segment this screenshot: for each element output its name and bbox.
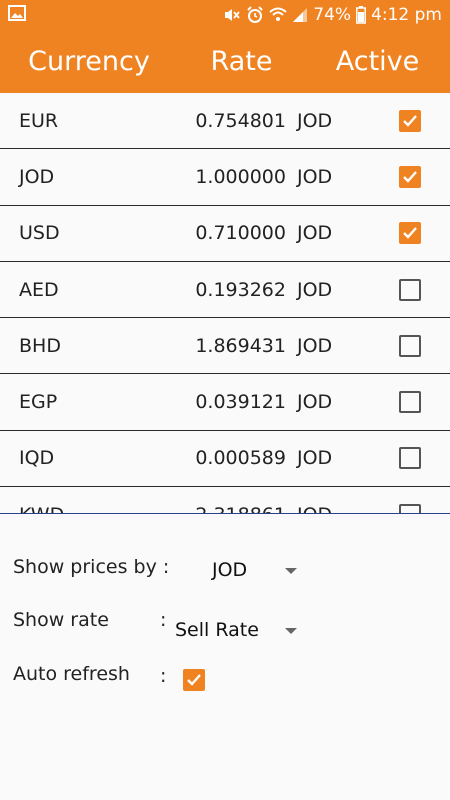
currency-row[interactable]: USD 0.710000 JOD (0, 206, 450, 262)
table-header: Currency Rate Active (0, 30, 450, 93)
currency-code: IQD (19, 447, 55, 470)
show-rate-dropdown[interactable]: Sell Rate (175, 619, 259, 641)
currency-rate: 0.193262 (195, 278, 286, 301)
currency-unit: JOD (297, 109, 333, 132)
currency-code: USD (19, 222, 60, 245)
wifi-icon (269, 7, 287, 23)
active-checkbox[interactable] (399, 222, 421, 245)
currency-unit: JOD (297, 278, 333, 301)
mute-icon (223, 7, 241, 23)
currency-row[interactable]: BHD 1.869431 JOD (0, 318, 450, 375)
active-checkbox[interactable] (399, 165, 421, 188)
header-active: Active (335, 46, 420, 77)
battery-percentage: 74% (313, 5, 352, 25)
currency-code: EUR (19, 109, 59, 132)
currency-code: BHD (19, 334, 61, 357)
currency-row[interactable]: KWD 2.318861 JOD (0, 487, 450, 514)
status-bar: 74% 4:12 pm (0, 0, 450, 30)
active-checkbox[interactable] (399, 447, 421, 470)
clock-time: 4:12 pm (371, 5, 442, 25)
currency-row[interactable]: EUR 0.754801 JOD (0, 93, 450, 150)
chevron-down-icon[interactable] (285, 568, 297, 574)
currency-row[interactable]: EGP 0.039121 JOD (0, 374, 450, 431)
currency-row[interactable]: IQD 0.000589 JOD (0, 431, 450, 488)
settings-panel: Show prices by : JOD Show rate : Sell Ra… (0, 514, 450, 800)
currency-row[interactable]: AED 0.193262 JOD (0, 262, 450, 319)
currency-code: EGP (19, 391, 58, 414)
show-rate-label: Show rate (13, 609, 109, 631)
currency-rate: 0.754801 (195, 109, 286, 132)
active-checkbox[interactable] (399, 109, 421, 132)
currency-rate: 0.710000 (195, 222, 286, 245)
show-prices-by-dropdown[interactable]: JOD (212, 559, 247, 581)
header-currency: Currency (28, 46, 150, 77)
auto-refresh-label: Auto refresh (13, 663, 130, 685)
currency-unit: JOD (297, 165, 333, 188)
signal-icon (292, 7, 308, 23)
chevron-down-icon[interactable] (285, 628, 297, 634)
currency-rate: 1.000000 (195, 165, 286, 188)
active-checkbox[interactable] (399, 391, 421, 414)
currency-code: JOD (19, 165, 55, 188)
auto-refresh-checkbox[interactable] (183, 669, 205, 691)
currency-code: AED (19, 278, 59, 301)
battery-icon (356, 6, 367, 24)
show-rate-colon: : (160, 609, 167, 631)
image-notification-icon (8, 4, 26, 26)
active-checkbox[interactable] (399, 278, 421, 301)
currency-rate: 1.869431 (195, 334, 286, 357)
currency-rate: 0.039121 (195, 391, 286, 414)
currency-unit: JOD (297, 222, 333, 245)
header-rate: Rate (210, 46, 273, 77)
currency-rate: 0.000589 (195, 447, 286, 470)
currency-unit: JOD (297, 391, 333, 414)
alarm-icon (246, 6, 264, 24)
currency-unit: JOD (297, 334, 333, 357)
currency-list[interactable]: EUR 0.754801 JOD JOD 1.000000 JOD USD 0.… (0, 93, 450, 514)
currency-unit: JOD (297, 447, 333, 470)
auto-refresh-colon: : (160, 665, 167, 687)
active-checkbox[interactable] (399, 334, 421, 357)
show-prices-by-label: Show prices by : (13, 556, 170, 578)
currency-row[interactable]: JOD 1.000000 JOD (0, 149, 450, 206)
